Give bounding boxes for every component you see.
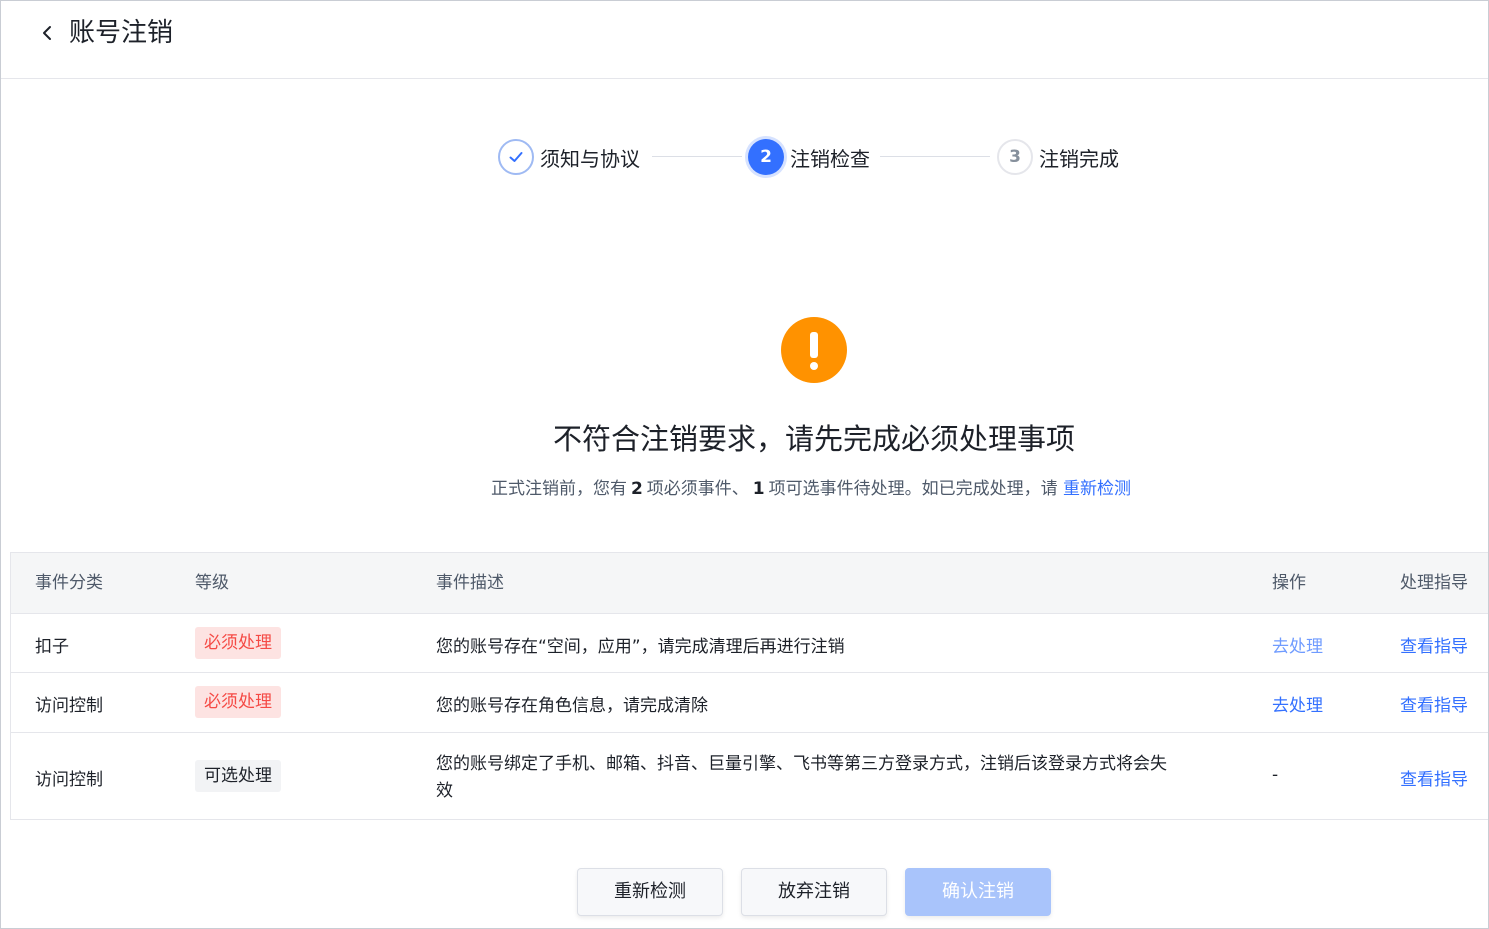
cell-category: 扣子 — [35, 637, 69, 657]
recheck-link[interactable]: 重新检测 — [1063, 479, 1131, 499]
events-table: 事件分类 等级 事件描述 操作 处理指导 扣子 必须处理 您的账号存在“空间，应… — [10, 552, 1488, 820]
desc-text: 项可选事件待处理。如已完成处理，请 — [768, 479, 1058, 499]
table-row: 扣子 必须处理 您的账号存在“空间，应用”，请完成清理后再进行注销 去处理 查看… — [11, 614, 1488, 673]
view-guide-link[interactable]: 查看指导 — [1400, 632, 1468, 657]
required-count: 2 — [630, 479, 643, 499]
description-line: 效 — [436, 781, 453, 801]
abandon-button[interactable]: 放弃注销 — [741, 868, 887, 916]
step-done-circle — [498, 139, 534, 175]
description-line: 您的账号绑定了手机、邮箱、抖音、巨量引擎、飞书等第三方登录方式，注销后该登录方式… — [436, 754, 1167, 774]
cell-category: 访问控制 — [35, 696, 103, 716]
col-header-category: 事件分类 — [35, 573, 103, 593]
cell-action-empty: - — [1272, 765, 1279, 785]
cell-description: 您的账号绑定了手机、邮箱、抖音、巨量引擎、飞书等第三方登录方式，注销后该登录方式… — [436, 751, 1167, 805]
step-label: 注销检查 — [790, 146, 870, 171]
check-icon — [509, 152, 523, 162]
handle-link[interactable]: 去处理 — [1272, 691, 1323, 716]
table-row: 访问控制 必须处理 您的账号存在角色信息，请完成清除 去处理 查看指导 — [11, 673, 1488, 733]
chevron-left-icon — [43, 26, 51, 40]
level-tag-required: 必须处理 — [195, 686, 281, 718]
steps-bar: 须知与协议 2 注销检查 3 注销完成 — [0, 136, 1489, 178]
col-header-level: 等级 — [195, 573, 229, 593]
step-complete: 3 注销完成 — [997, 138, 1119, 176]
back-button[interactable] — [35, 19, 59, 47]
col-header-description: 事件描述 — [436, 573, 504, 593]
result-title: 不符合注销要求，请先完成必须处理事项 — [552, 422, 1075, 456]
level-tag-required: 必须处理 — [195, 627, 281, 659]
col-header-guide: 处理指导 — [1400, 573, 1468, 593]
table-row: 访问控制 可选处理 您的账号绑定了手机、邮箱、抖音、巨量引擎、飞书等第三方登录方… — [11, 733, 1488, 820]
step-label: 注销完成 — [1039, 146, 1119, 171]
step-number: 2 — [748, 139, 784, 175]
cell-description: 您的账号存在“空间，应用”，请完成清理后再进行注销 — [436, 637, 845, 657]
view-guide-link[interactable]: 查看指导 — [1400, 765, 1468, 790]
level-tag-optional: 可选处理 — [195, 760, 281, 792]
page-title: 账号注销 — [69, 18, 174, 48]
step-check: 2 注销检查 — [748, 138, 870, 176]
step-label: 须知与协议 — [540, 146, 640, 171]
view-guide-link[interactable]: 查看指导 — [1400, 691, 1468, 716]
page-header: 账号注销 — [1, 1, 1488, 79]
cell-description: 您的账号存在角色信息，请完成清除 — [436, 696, 708, 716]
table-header: 事件分类 等级 事件描述 操作 处理指导 — [11, 553, 1488, 614]
step-connector — [880, 156, 990, 157]
step-agreement: 须知与协议 — [498, 138, 640, 176]
recheck-button[interactable]: 重新检测 — [577, 868, 723, 916]
desc-text: 项必须事件、 — [646, 479, 749, 499]
result-description: 正式注销前，您有 2 项必须事件、 1 项可选事件待处理。如已完成处理，请 重新检测 — [0, 476, 1489, 502]
step-connector — [652, 156, 742, 157]
col-header-action: 操作 — [1272, 573, 1306, 593]
optional-count: 1 — [752, 479, 765, 499]
cell-category: 访问控制 — [35, 770, 103, 790]
confirm-button[interactable]: 确认注销 — [905, 868, 1051, 916]
step-number: 3 — [997, 139, 1033, 175]
handle-link[interactable]: 去处理 — [1272, 632, 1323, 657]
desc-text: 正式注销前，您有 — [490, 479, 627, 499]
warning-icon — [781, 317, 847, 383]
